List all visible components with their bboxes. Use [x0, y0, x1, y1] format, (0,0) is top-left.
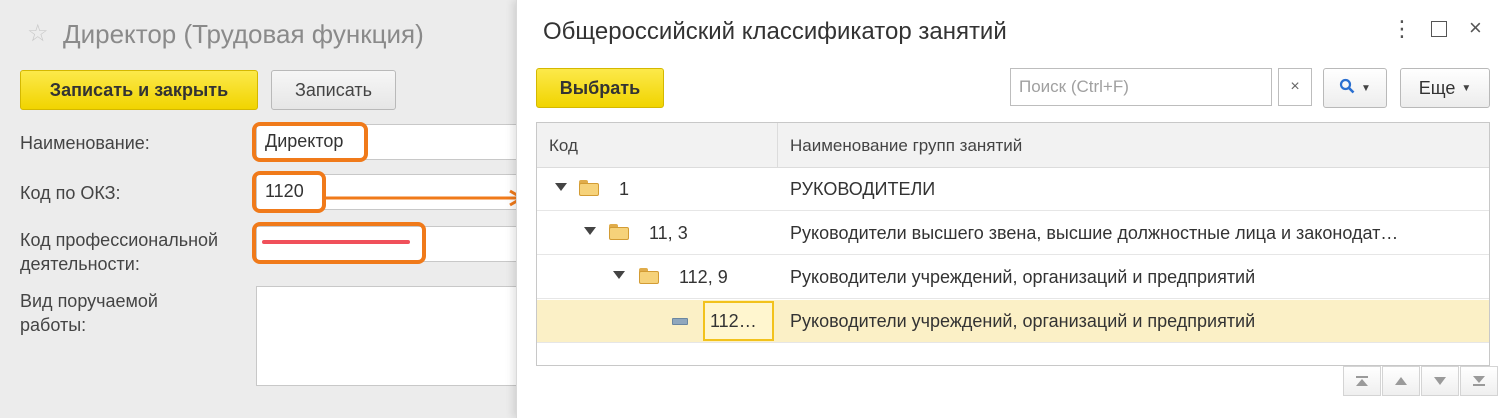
chevron-down-icon: ▼	[1361, 82, 1371, 94]
row-code: 112, 9	[679, 267, 728, 287]
code-cell: 112…	[537, 300, 778, 343]
save-and-close-button[interactable]: Записать и закрыть	[20, 70, 258, 110]
okz-classifier-dialog: Общероссийский классификатор занятий ⋮ ×…	[516, 0, 1506, 418]
table-header: Код Наименование групп занятий	[537, 123, 1489, 168]
table-row-selected[interactable]: 112… Руководители учреждений, организаци…	[537, 300, 1489, 343]
last-page-icon	[1473, 376, 1485, 386]
row-name: РУКОВОДИТЕЛИ	[790, 179, 936, 199]
dialog-title: Общероссийский классификатор занятий	[543, 18, 1007, 45]
scroll-to-bottom-button[interactable]	[1460, 366, 1498, 396]
more-button-label: Еще	[1418, 77, 1456, 98]
search-clear-button[interactable]: ×	[1278, 68, 1312, 106]
clear-icon: ×	[1290, 78, 1300, 95]
search-input[interactable]	[1010, 68, 1272, 106]
row-code: 11, 3	[649, 223, 688, 243]
maximize-icon[interactable]	[1431, 21, 1447, 37]
row-code: 1	[619, 179, 630, 199]
column-header-code[interactable]: Код	[537, 123, 778, 168]
leaf-item-icon	[672, 318, 688, 325]
column-header-name[interactable]: Наименование групп занятий	[778, 123, 1489, 168]
prof-activity-label-line1: Код профессиональной	[20, 230, 219, 250]
classifier-table[interactable]: Код Наименование групп занятий 1 РУКОВОД…	[536, 122, 1490, 366]
scroll-up-button[interactable]	[1382, 366, 1420, 396]
search-icon	[1339, 78, 1355, 99]
annotation-arrow	[326, 189, 525, 207]
prof-activity-highlight-frame	[252, 222, 426, 264]
close-icon[interactable]: ×	[1469, 17, 1482, 39]
more-button[interactable]: Еще ▼	[1400, 68, 1490, 108]
star-icon[interactable]: ☆	[27, 22, 49, 46]
row-name: Руководители учреждений, организаций и п…	[790, 311, 1256, 331]
background-form: ☆ Директор (Трудовая функция) Записать и…	[0, 0, 546, 418]
expand-triangle-icon[interactable]	[613, 271, 625, 279]
code-cell: 112, 9	[537, 256, 778, 299]
table-row[interactable]: 1 РУКОВОДИТЕЛИ	[537, 168, 1489, 211]
chevron-down-icon: ▼	[1461, 82, 1472, 94]
folder-icon	[609, 224, 629, 240]
folder-icon	[579, 180, 599, 196]
first-page-icon	[1356, 376, 1368, 386]
scroll-down-button[interactable]	[1421, 366, 1459, 396]
row-name: Руководители высшего звена, высшие должн…	[790, 223, 1399, 243]
save-button[interactable]: Записать	[271, 70, 396, 110]
search-button[interactable]: ▼	[1323, 68, 1387, 108]
scroll-to-top-button[interactable]	[1343, 366, 1381, 396]
code-cell: 1	[537, 168, 778, 211]
prof-activity-label-line2: деятельности:	[20, 254, 140, 274]
select-button[interactable]: Выбрать	[536, 68, 664, 108]
form-title: Директор (Трудовая функция)	[63, 19, 424, 49]
work-type-label-line2: работы:	[20, 315, 87, 335]
row-code-focused[interactable]: 112…	[703, 301, 774, 341]
expand-triangle-icon[interactable]	[584, 227, 596, 235]
triangle-up-icon	[1395, 377, 1407, 385]
folder-icon	[639, 268, 659, 284]
triangle-down-icon	[1434, 377, 1446, 385]
table-row[interactable]: 112, 9 Руководители учреждений, организа…	[537, 256, 1489, 299]
more-vert-icon[interactable]: ⋮	[1391, 18, 1413, 40]
name-label: Наименование:	[20, 133, 150, 153]
row-name: Руководители учреждений, организаций и п…	[790, 267, 1256, 287]
code-cell: 11, 3	[537, 212, 778, 255]
okz-code-highlight-frame	[252, 171, 326, 213]
expand-triangle-icon[interactable]	[555, 183, 567, 191]
table-row[interactable]: 11, 3 Руководители высшего звена, высшие…	[537, 212, 1489, 255]
work-type-textarea[interactable]	[256, 286, 546, 386]
okz-code-label: Код по ОКЗ:	[20, 183, 121, 203]
name-highlight-frame	[252, 122, 368, 162]
work-type-label-line1: Вид поручаемой	[20, 291, 158, 311]
